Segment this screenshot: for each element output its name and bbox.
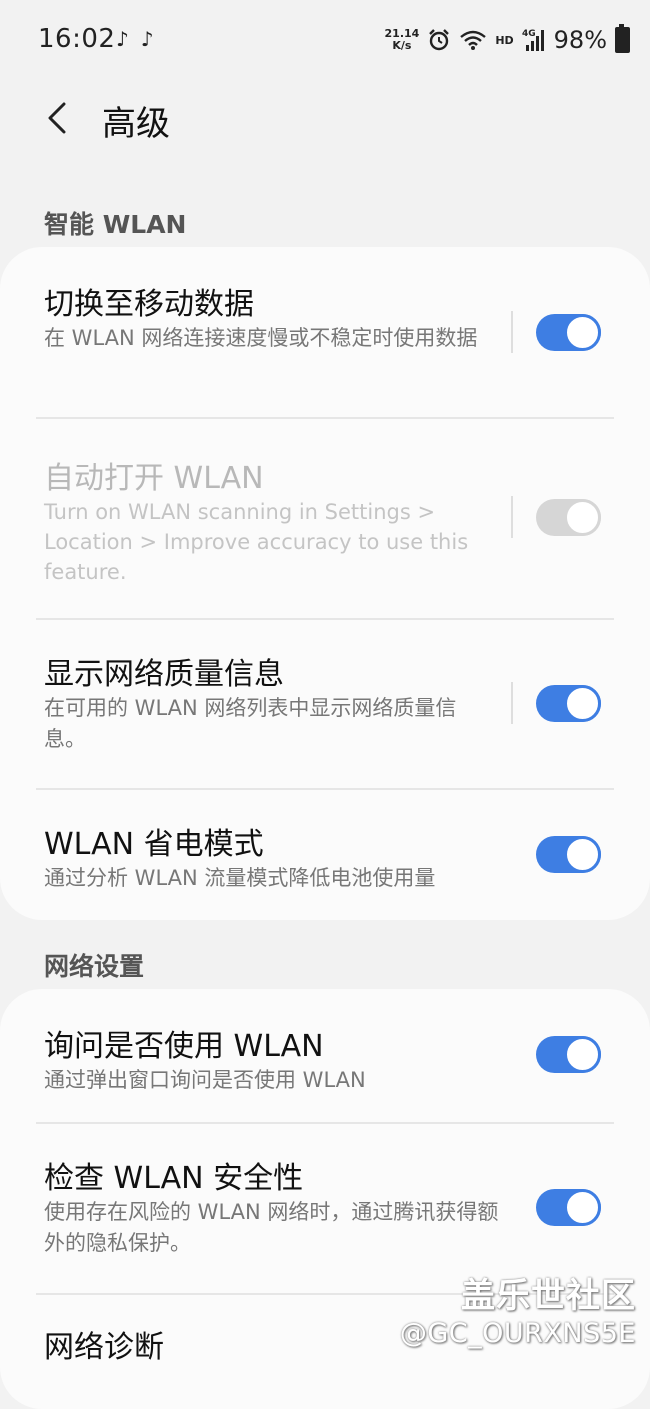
row-title: 询问是否使用 WLAN xyxy=(44,1029,324,1064)
row-subtitle: 在可用的 WLAN 网络列表中显示网络质量信息。 xyxy=(44,696,457,751)
switch-to-mobile-data-row[interactable]: 切换至移动数据 在 WLAN 网络连接速度慢或不稳定时使用数据 xyxy=(0,247,650,419)
section-header-network-settings: 网络设置 xyxy=(44,952,145,981)
hd-label: HD xyxy=(495,33,514,47)
status-app-icons: ♪ ♪ xyxy=(116,27,154,51)
smart-wlan-card: 切换至移动数据 在 WLAN 网络连接速度慢或不稳定时使用数据 自动打开 WLA… xyxy=(0,247,650,920)
app-header: 高级 xyxy=(0,88,650,148)
vertical-divider xyxy=(511,311,513,353)
page-title: 高级 xyxy=(102,104,170,144)
row-title: 切换至移动数据 xyxy=(44,287,254,322)
status-time: 16:02 xyxy=(38,24,116,54)
ask-to-use-wlan-toggle[interactable] xyxy=(536,1036,601,1073)
vertical-divider xyxy=(511,682,513,724)
switch-to-mobile-data-toggle[interactable] xyxy=(536,314,601,351)
battery-percentage: 98% xyxy=(553,26,607,54)
wlan-power-saving-row[interactable]: WLAN 省电模式 通过分析 WLAN 流量模式降低电池使用量 xyxy=(0,789,650,920)
row-title: 网络诊断 xyxy=(44,1330,164,1365)
status-indicators: 21.14 K/s HD 4G 98% xyxy=(385,22,630,58)
ask-to-use-wlan-row[interactable]: 询问是否使用 WLAN 通过弹出窗口询问是否使用 WLAN xyxy=(0,989,650,1123)
back-button[interactable] xyxy=(38,94,74,142)
row-title: 自动打开 WLAN xyxy=(44,461,264,496)
back-arrow-icon xyxy=(48,102,66,134)
section-header-smart-wlan: 智能 WLAN xyxy=(44,210,187,239)
watermark-community: 盖乐世社区 xyxy=(461,1276,636,1316)
toggle-knob xyxy=(564,314,601,351)
row-subtitle: Turn on WLAN scanning in Settings > Loca… xyxy=(44,500,469,584)
wifi-icon xyxy=(459,29,487,51)
toggle-knob xyxy=(564,1036,601,1073)
auto-turn-on-wlan-row: 自动打开 WLAN Turn on WLAN scanning in Setti… xyxy=(0,419,650,619)
alarm-icon xyxy=(427,28,451,52)
check-wlan-security-toggle[interactable] xyxy=(536,1189,601,1226)
row-title: 检查 WLAN 安全性 xyxy=(44,1161,304,1196)
vertical-divider xyxy=(511,496,513,538)
tiktok-icon: ♪ xyxy=(116,27,129,51)
row-title: 显示网络质量信息 xyxy=(44,657,284,692)
toggle-knob xyxy=(564,685,601,722)
row-title: WLAN 省电模式 xyxy=(44,827,264,862)
tiktok-icon: ♪ xyxy=(140,27,154,51)
toggle-knob xyxy=(564,1189,601,1226)
row-subtitle: 通过分析 WLAN 流量模式降低电池使用量 xyxy=(44,866,436,890)
network-speed: 21.14 K/s xyxy=(385,28,420,52)
row-subtitle: 使用存在风险的 WLAN 网络时，通过腾讯获得额外的隐私保护。 xyxy=(44,1200,499,1255)
toggle-knob xyxy=(564,836,601,873)
toggle-knob xyxy=(564,499,601,536)
row-subtitle: 在 WLAN 网络连接速度慢或不稳定时使用数据 xyxy=(44,326,478,350)
row-subtitle: 通过弹出窗口询问是否使用 WLAN xyxy=(44,1068,366,1092)
show-network-quality-toggle[interactable] xyxy=(536,685,601,722)
network-speed-unit: K/s xyxy=(392,39,412,52)
status-bar: 16:02 ♪ ♪ 21.14 K/s HD 4G 98% xyxy=(0,0,650,80)
cellular-signal-icon: 4G xyxy=(522,27,546,53)
show-network-quality-row[interactable]: 显示网络质量信息 在可用的 WLAN 网络列表中显示网络质量信息。 xyxy=(0,619,650,789)
battery-icon xyxy=(615,24,630,53)
watermark-handle: @GC_OURXNS5E xyxy=(399,1318,636,1349)
auto-turn-on-wlan-toggle xyxy=(536,499,601,536)
wlan-power-saving-toggle[interactable] xyxy=(536,836,601,873)
network-type-label: 4G xyxy=(522,29,536,39)
